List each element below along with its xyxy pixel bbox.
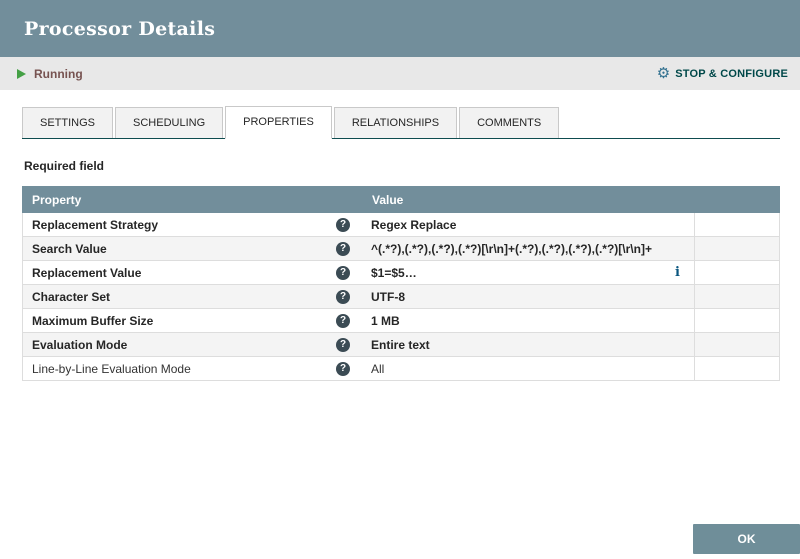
table-row: Replacement Strategy ? Regex Replace: [23, 213, 779, 237]
property-name: Evaluation Mode: [32, 337, 128, 352]
help-icon[interactable]: ?: [336, 337, 350, 352]
stop-configure-label: STOP & CONFIGURE: [675, 67, 788, 80]
properties-table: Property Value Replacement Strategy ? Re…: [22, 186, 780, 381]
status-bar: Running ⚙ STOP & CONFIGURE: [0, 57, 800, 90]
property-value: All: [371, 361, 385, 376]
required-field-label: Required field: [24, 159, 105, 173]
property-value: Regex Replace: [371, 217, 457, 232]
status-text: Running: [34, 66, 83, 81]
table-header-row: Property Value: [22, 186, 780, 213]
property-name: Line-by-Line Evaluation Mode: [32, 361, 191, 376]
row-extra-cell: [695, 213, 779, 236]
help-icon[interactable]: ?: [336, 265, 350, 280]
run-status: Running: [17, 67, 83, 81]
tab-comments[interactable]: COMMENTS: [459, 107, 560, 138]
row-extra-cell: [695, 285, 779, 308]
table-row: Line-by-Line Evaluation Mode ? All: [23, 357, 779, 381]
column-header-property: Property: [32, 192, 82, 207]
help-icon[interactable]: ?: [336, 241, 350, 256]
property-name: Maximum Buffer Size: [32, 313, 154, 328]
property-value: $1=$5…: [371, 265, 417, 280]
property-value: 1 MB: [371, 313, 400, 328]
dialog-body: SETTINGS SCHEDULING PROPERTIES RELATIONS…: [0, 90, 800, 381]
property-name: Replacement Value: [32, 265, 142, 280]
property-value: Entire text: [371, 337, 430, 352]
help-icon[interactable]: ?: [336, 289, 350, 304]
dialog-title: Processor Details: [24, 17, 216, 40]
stop-and-configure-button[interactable]: ⚙ STOP & CONFIGURE: [657, 66, 788, 81]
table-row: Maximum Buffer Size ? 1 MB: [23, 309, 779, 333]
tab-bar: SETTINGS SCHEDULING PROPERTIES RELATIONS…: [22, 106, 780, 139]
property-name: Search Value: [32, 241, 107, 256]
column-header-value: Value: [372, 192, 404, 207]
table-row: Search Value ? ^(.*?),(.*?),(.*?),(.*?)[…: [23, 237, 779, 261]
tab-properties[interactable]: PROPERTIES: [225, 106, 332, 139]
property-value: ^(.*?),(.*?),(.*?),(.*?)[\r\n]+(.*?),(.*…: [371, 241, 652, 256]
table-row: Character Set ? UTF-8: [23, 285, 779, 309]
dialog-header: Processor Details: [0, 0, 800, 57]
row-extra-cell: [695, 309, 779, 332]
table-body: Replacement Strategy ? Regex Replace Sea…: [22, 213, 780, 381]
ok-button[interactable]: OK: [693, 524, 800, 554]
table-row: Replacement Value ? $1=$5… i: [23, 261, 779, 285]
row-extra-cell: [695, 357, 779, 380]
play-icon: [17, 68, 26, 79]
tab-settings[interactable]: SETTINGS: [22, 107, 114, 138]
row-extra-cell: [695, 237, 779, 260]
tab-relationships[interactable]: RELATIONSHIPS: [333, 107, 458, 138]
property-value: UTF-8: [371, 289, 405, 304]
tab-scheduling[interactable]: SCHEDULING: [115, 107, 224, 138]
info-icon[interactable]: i: [675, 265, 680, 280]
row-extra-cell: [695, 333, 779, 356]
table-row: Evaluation Mode ? Entire text: [23, 333, 779, 357]
stop-configure-gear-icon: ⚙: [656, 65, 671, 82]
help-icon[interactable]: ?: [336, 361, 350, 376]
row-extra-cell: [695, 261, 779, 284]
help-icon[interactable]: ?: [336, 217, 350, 232]
property-name: Character Set: [32, 289, 111, 304]
property-name: Replacement Strategy: [32, 217, 159, 232]
help-icon[interactable]: ?: [336, 313, 350, 328]
